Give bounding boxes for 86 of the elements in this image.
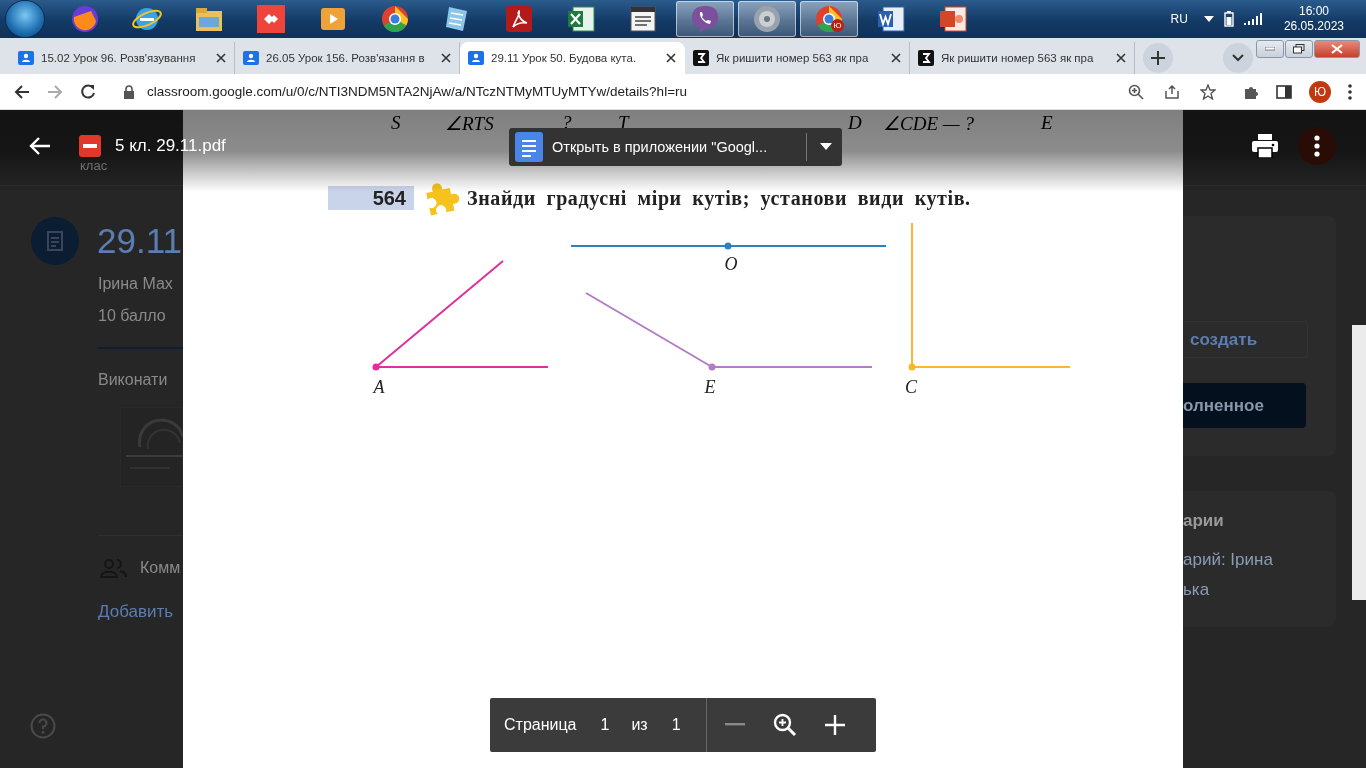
share-icon[interactable] [1164, 83, 1180, 100]
submit-button[interactable]: олненное [1183, 383, 1306, 428]
word-document-icon [875, 3, 907, 35]
points-text: 10 балло [98, 307, 166, 325]
scrollbar[interactable] [1352, 325, 1366, 600]
taskbar-item[interactable]: Ю [800, 1, 858, 37]
lock-icon [123, 84, 135, 99]
browser-tab[interactable]: 29.11 Урок 50. Будова кута. [460, 42, 685, 74]
angle-label: S [391, 112, 401, 134]
phone-chat-icon [689, 3, 721, 35]
close-icon[interactable] [1116, 53, 1126, 63]
zoom-icon[interactable] [1128, 83, 1144, 100]
instructions-text: Виконати [98, 371, 168, 389]
point-label: C [905, 377, 917, 397]
more-icon [1314, 135, 1320, 157]
classroom-icon [243, 50, 259, 66]
clock-date: 26.05.2023 [1283, 19, 1344, 34]
open-with-button[interactable]: Открыть в приложении "Googl... [509, 128, 842, 166]
caret-icon[interactable] [820, 143, 832, 151]
close-button[interactable] [1314, 40, 1360, 58]
clock-time: 16:00 [1298, 4, 1329, 19]
point-label: A [373, 377, 385, 397]
close-icon[interactable] [891, 53, 901, 63]
point-label: E [704, 377, 716, 397]
close-icon[interactable] [441, 53, 451, 63]
assignment-title: 29.11 [97, 221, 182, 261]
chevron-down-icon [1232, 54, 1244, 62]
tab-search-button[interactable] [1223, 43, 1253, 73]
zoom-out-icon[interactable] [724, 723, 745, 727]
exercise-number: 564 [328, 186, 414, 210]
zoom-in-icon[interactable] [824, 715, 845, 735]
private-comment-text: арий: Ірина [1183, 549, 1273, 571]
round-browser-icon [379, 3, 411, 35]
language-indicator[interactable]: RU [1170, 12, 1188, 26]
assignment-icon [31, 217, 79, 265]
pdf-icon [503, 3, 535, 35]
private-comment-text: ька [1183, 579, 1210, 601]
page-number[interactable]: 1 [600, 716, 610, 734]
caret-icon[interactable] [1203, 16, 1214, 22]
page-of-label: из [631, 716, 648, 734]
close-icon [1331, 44, 1343, 54]
add-comment-link[interactable]: Добавить [98, 602, 174, 622]
pdf-file-icon [79, 135, 101, 157]
author-name: Ірина Мах [98, 275, 173, 293]
fox-browser-icon [69, 3, 101, 35]
document-window-icon [627, 3, 659, 35]
task-text: Знайди градусні міри кутів; установи види кутів. [467, 186, 971, 210]
page-label: Страница [504, 716, 577, 734]
page-total: 1 [671, 716, 681, 734]
classroom-icon [468, 50, 484, 66]
signal-icon[interactable] [1243, 13, 1262, 25]
address-field[interactable]: classroom.google.com/u/0/c/NTI3NDM5NTA2NjAw/a/NTczNTMyMTUyMTYw/details?hl=ru [113, 77, 1226, 106]
angle-label: E [1041, 112, 1053, 134]
menu-icon[interactable] [1348, 83, 1352, 100]
comments-label: Комм [140, 559, 181, 577]
print-icon[interactable] [1252, 134, 1278, 158]
star-icon[interactable] [1200, 83, 1216, 100]
class-subtitle: клас [80, 158, 108, 173]
side-panel-icon[interactable] [1276, 83, 1292, 100]
arrows-icon [255, 3, 287, 35]
document-icon [515, 132, 543, 162]
plus-icon [1151, 51, 1165, 65]
angle-label: D [848, 112, 862, 134]
spreadsheet-icon [565, 3, 597, 35]
classroom-icon [18, 50, 34, 66]
restore-button[interactable] [1285, 40, 1313, 58]
site-icon [693, 50, 709, 66]
new-tab-button[interactable] [1143, 43, 1173, 73]
zoom-icon[interactable] [772, 713, 797, 737]
close-icon[interactable] [216, 53, 226, 63]
minimize-icon [1265, 47, 1275, 51]
back-icon[interactable] [14, 83, 30, 100]
angle-label: ∠CDE — ? [883, 112, 974, 135]
speaker-icon [751, 3, 783, 35]
battery-icon[interactable] [1223, 11, 1234, 27]
profile-avatar[interactable]: Ю [1309, 80, 1331, 103]
site-icon [918, 50, 934, 66]
presentation-icon [937, 3, 969, 35]
angle-label: ∠RTS [445, 112, 494, 135]
close-icon[interactable] [666, 53, 676, 63]
point-label: O [724, 254, 738, 274]
start-button[interactable] [6, 1, 44, 37]
restore-icon [1293, 44, 1305, 54]
back-arrow-icon[interactable] [29, 136, 51, 156]
private-comments-title: арии [1183, 511, 1224, 531]
reload-icon[interactable] [80, 83, 96, 100]
